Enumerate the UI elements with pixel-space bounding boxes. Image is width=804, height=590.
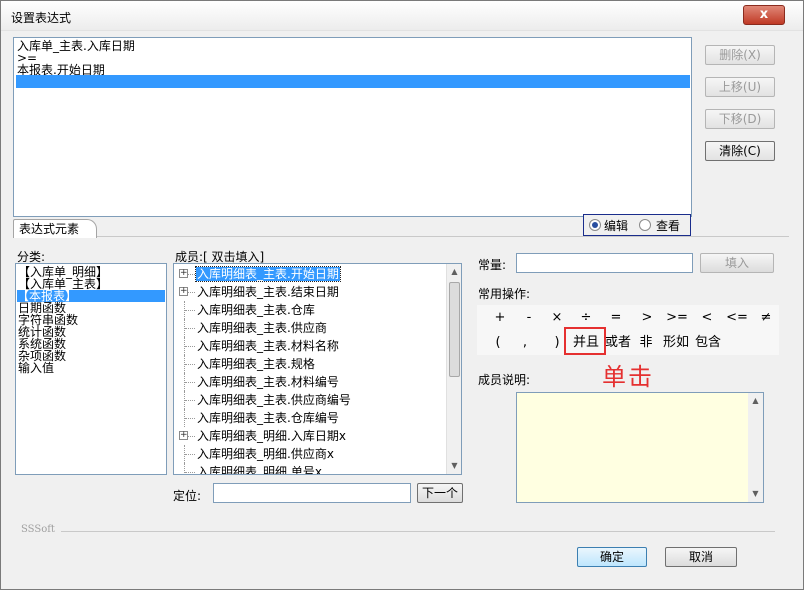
tree-item-label: 入库明细表_主表.结束日期: [197, 285, 339, 299]
tree-item-label: 入库明细表_主表.规格: [197, 357, 315, 371]
tree-item-label: 入库明细表_明细.入库日期x: [197, 429, 346, 443]
tree-line: [185, 400, 195, 401]
op-contains-button[interactable]: 包含: [693, 334, 723, 352]
constant-input[interactable]: [516, 253, 693, 273]
tree-line: [185, 364, 195, 365]
tree-item[interactable]: 入库明细表_主表.仓库编号: [174, 409, 446, 427]
scroll-thumb[interactable]: [449, 282, 460, 377]
tree-line: [185, 346, 195, 347]
constant-label: 常量:: [478, 258, 507, 272]
op-or-button[interactable]: 或者: [603, 334, 633, 352]
member-desc-label: 成员说明:: [478, 373, 531, 387]
category-list[interactable]: 【入库单_明细】 【入库单_主表】 【本报表】 日期函数 字符串函数 统计函数 …: [15, 263, 167, 475]
op-close-paren-button[interactable]: ): [549, 334, 565, 352]
tree-line: [185, 454, 195, 455]
click-annotation: 单击: [602, 363, 654, 391]
op-comma-button[interactable]: ,: [517, 334, 533, 352]
edit-radio-label[interactable]: 编辑: [604, 217, 628, 234]
edit-radio[interactable]: [589, 219, 601, 231]
tree-item[interactable]: 入库明细表_主表.材料名称: [174, 337, 446, 355]
tree-line: [185, 310, 195, 311]
op-divide-button[interactable]: ÷: [577, 309, 595, 327]
scroll-up-icon[interactable]: ▲: [748, 393, 763, 409]
title-bar: 设置表达式 x: [1, 1, 803, 31]
cancel-button[interactable]: 取消: [665, 547, 737, 567]
tree-line: [185, 382, 195, 383]
tree-item-label: 入库明细表_主表.供应商编号: [197, 393, 351, 407]
tree-item[interactable]: 入库明细表_明细.单号x: [174, 463, 446, 475]
tree-item[interactable]: + 入库明细表_主表.开始日期: [174, 265, 446, 283]
scroll-up-icon[interactable]: ▲: [447, 264, 461, 280]
tree-line: [185, 328, 195, 329]
op-equals-button[interactable]: =: [607, 309, 625, 327]
tab-divider: [13, 236, 789, 237]
scroll-down-icon[interactable]: ▼: [748, 486, 763, 502]
tree-line: [185, 418, 195, 419]
tree-item-label: 入库明细表_主表.供应商: [197, 321, 327, 335]
op-like-button[interactable]: 形如: [661, 334, 691, 352]
list-item[interactable]: 输入值: [18, 362, 54, 374]
operations-label: 常用操作:: [478, 287, 531, 301]
tree-line: [185, 472, 195, 473]
tree-item[interactable]: + 入库明细表_明细.入库日期x: [174, 427, 446, 445]
clear-button[interactable]: 清除(C): [705, 141, 775, 161]
fill-button[interactable]: 填入: [700, 253, 774, 273]
delete-button[interactable]: 删除(X): [705, 45, 775, 65]
tree-item-label: 入库明细表_主表.材料名称: [197, 339, 339, 353]
scroll-down-icon[interactable]: ▼: [447, 458, 461, 474]
tree-item-label: 入库明细表_主表.材料编号: [197, 375, 339, 389]
expand-icon[interactable]: +: [179, 269, 188, 278]
footer-divider: [61, 531, 775, 532]
tree-item[interactable]: 入库明细表_主表.规格: [174, 355, 446, 373]
tree-item-label: 入库明细表_主表.仓库: [197, 303, 315, 317]
members-tree[interactable]: + 入库明细表_主表.开始日期 + 入库明细表_主表.结束日期 入库明细表_主表…: [173, 263, 462, 475]
locate-input[interactable]: [213, 483, 411, 503]
view-radio-label[interactable]: 查看: [656, 217, 680, 234]
op-minus-button[interactable]: -: [520, 309, 538, 327]
tree-item-label: 入库明细表_明细.单号x: [197, 465, 322, 475]
tree-item[interactable]: 入库明细表_主表.材料编号: [174, 373, 446, 391]
highlight-box: [564, 327, 606, 355]
tree-item-label: 入库明细表_主表.仓库编号: [197, 411, 339, 425]
tree-item[interactable]: 入库明细表_主表.供应商编号: [174, 391, 446, 409]
op-multiply-button[interactable]: ×: [548, 309, 566, 327]
close-button[interactable]: x: [743, 5, 785, 25]
view-radio[interactable]: [639, 219, 651, 231]
tab-expression-elements[interactable]: 表达式元素: [13, 219, 97, 238]
expand-icon[interactable]: +: [179, 287, 188, 296]
op-greater-button[interactable]: >: [638, 309, 656, 327]
op-plus-button[interactable]: +: [491, 309, 509, 327]
move-down-button[interactable]: 下移(D): [705, 109, 775, 129]
tree-item[interactable]: 入库明细表_主表.供应商: [174, 319, 446, 337]
tree-item-label: 入库明细表_明细.供应商x: [197, 447, 334, 461]
tree-line: [184, 463, 185, 474]
tree-item[interactable]: 入库明细表_主表.仓库: [174, 301, 446, 319]
member-desc-scrollbar[interactable]: ▲ ▼: [748, 393, 763, 502]
op-open-paren-button[interactable]: (: [490, 334, 506, 352]
expression-editor[interactable]: 入库单_主表.入库日期 >= 本报表.开始日期: [13, 37, 692, 217]
expand-icon[interactable]: +: [179, 431, 188, 440]
members-scrollbar[interactable]: ▲ ▼: [446, 264, 461, 474]
op-less-equal-button[interactable]: <=: [725, 309, 749, 327]
ok-button[interactable]: 确定: [577, 547, 647, 567]
move-up-button[interactable]: 上移(U): [705, 77, 775, 97]
member-desc-box[interactable]: ▲ ▼: [516, 392, 764, 503]
next-button[interactable]: 下一个: [417, 483, 463, 503]
locate-label: 定位:: [173, 489, 202, 503]
op-greater-equal-button[interactable]: >=: [665, 309, 689, 327]
brand-label: SSSoft: [21, 524, 55, 535]
window-title: 设置表达式: [11, 11, 72, 25]
tree-item[interactable]: 入库明细表_明细.供应商x: [174, 445, 446, 463]
op-less-button[interactable]: <: [698, 309, 716, 327]
tree-item-label: 入库明细表_主表.开始日期: [195, 266, 341, 282]
mode-group: 编辑 查看: [583, 214, 691, 236]
expression-dialog: 设置表达式 x 入库单_主表.入库日期 >= 本报表.开始日期 删除(X) 上移…: [0, 0, 804, 590]
tree-item[interactable]: + 入库明细表_主表.结束日期: [174, 283, 446, 301]
op-not-equal-button[interactable]: ≠: [757, 309, 775, 327]
op-not-button[interactable]: 非: [638, 334, 654, 352]
expression-line-selected[interactable]: [16, 75, 690, 88]
